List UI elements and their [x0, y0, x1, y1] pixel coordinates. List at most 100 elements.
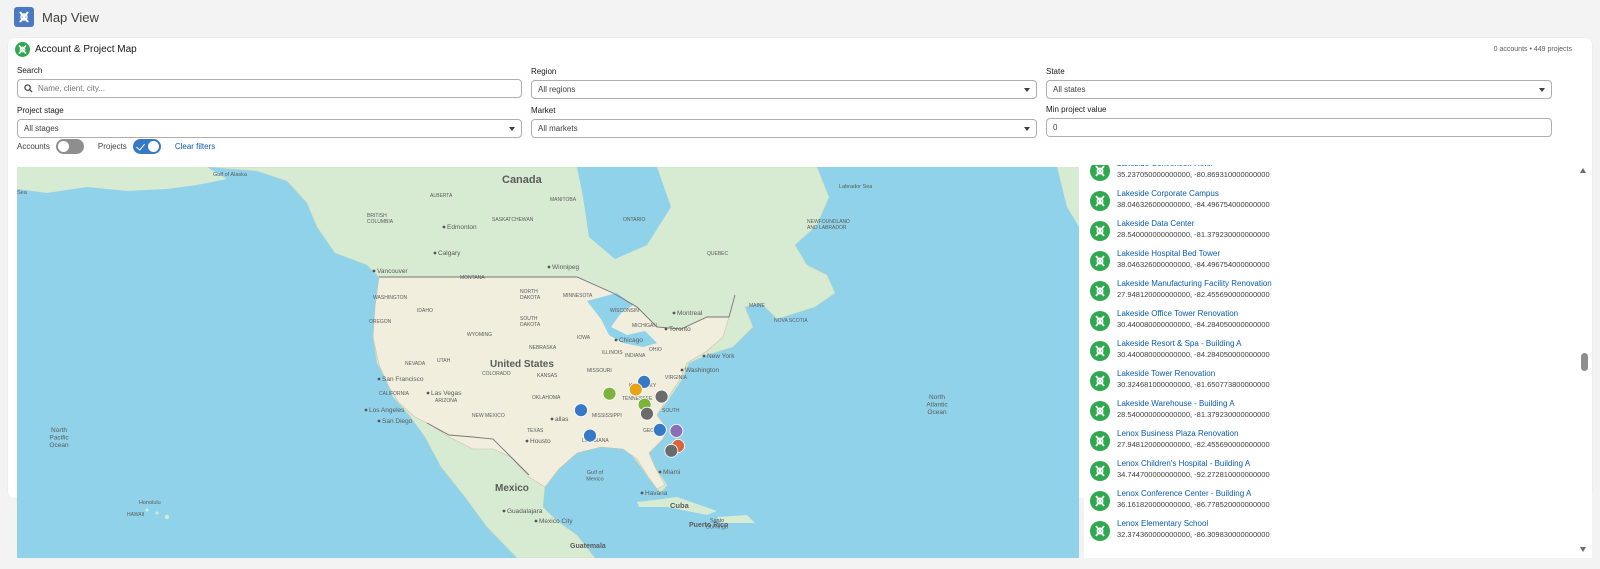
project-marker[interactable] — [574, 403, 588, 418]
map-label-texas: TEXAS — [527, 428, 544, 434]
list-item[interactable]: Lakeside Corporate Campus 38.046326000000… — [1090, 189, 1570, 219]
scrollbar-thumb[interactable] — [1581, 353, 1588, 371]
list-item[interactable]: Lakeside Data Center 28.540000000000000, … — [1090, 219, 1570, 249]
map-label-utah: UTAH — [437, 358, 451, 364]
accounts-toggle[interactable] — [55, 138, 84, 154]
project-marker[interactable] — [640, 406, 654, 421]
city-label-toronto: Toronto — [669, 326, 691, 333]
alaska-landmass — [17, 167, 227, 193]
search-box[interactable] — [17, 79, 522, 98]
project-name-link[interactable]: Lakeside Manufacturing Facility Renovati… — [1117, 279, 1272, 289]
project-name-link[interactable]: Lakeside Data Center — [1117, 219, 1270, 229]
project-coordinates: 28.540000000000000, -81.379230000000000 — [1117, 410, 1270, 419]
search-label: Search — [17, 66, 43, 75]
city-dot-las-vegas — [426, 391, 430, 395]
projects-toggle[interactable] — [132, 138, 161, 154]
list-item[interactable]: Lakeside Resort & Spa - Building A 30.440… — [1090, 339, 1570, 369]
list-item[interactable]: Lakeside Hospital Bed Tower 38.0463260000… — [1090, 249, 1570, 279]
market-field: Market All markets — [531, 106, 1037, 138]
project-stage-select[interactable]: All stages — [17, 119, 522, 138]
list-item[interactable]: Lakeside Office Tower Renovation 30.44008… — [1090, 309, 1570, 339]
hawaii-island — [164, 514, 170, 520]
market-select[interactable]: All markets — [531, 119, 1037, 138]
map-label-illinois: ILLINOIS — [602, 350, 623, 356]
list-item[interactable]: Lenox Children's Hospital - Building A 34… — [1090, 459, 1570, 489]
project-marker[interactable] — [664, 443, 679, 458]
project-marker[interactable] — [669, 423, 684, 438]
state-select[interactable]: All states — [1046, 80, 1552, 99]
project-name-link[interactable]: Lenox Children's Hospital - Building A — [1117, 459, 1270, 469]
project-marker[interactable] — [602, 386, 617, 401]
list-item[interactable]: Lakeside Warehouse - Building A 28.540000… — [1090, 399, 1570, 429]
map-label-maine: MAINE — [749, 303, 766, 309]
project-icon — [1090, 311, 1110, 331]
project-icon — [1090, 461, 1110, 481]
project-coordinates: 30.440080000000000, -84.284050000000000 — [1117, 350, 1270, 359]
list-item-text: Lakeside Manufacturing Facility Renovati… — [1117, 279, 1272, 300]
accounts-toggle-label: Accounts — [17, 141, 50, 151]
list-item-text: Lakeside Hospital Bed Tower 38.0463260000… — [1117, 249, 1270, 270]
city-dot-calgary — [433, 251, 437, 255]
project-name-link[interactable]: Lakeside Resort & Spa - Building A — [1117, 339, 1270, 349]
project-name-link[interactable]: Lenox Business Plaza Renovation — [1117, 429, 1270, 439]
map-label-wyoming: WYOMING — [467, 332, 492, 338]
city-label-las-vegas: Las Vegas — [431, 390, 462, 397]
toggle-knob — [147, 140, 159, 152]
map-label-california: CALIFORNIA — [379, 391, 410, 397]
greenland-landmass — [1057, 167, 1079, 227]
map-label-north-pacific: North Pacific Ocean — [49, 427, 69, 449]
list-item[interactable]: Lakeside Manufacturing Facility Renovati… — [1090, 279, 1570, 309]
card-header: Account & Project Map 0 accounts • 449 p… — [8, 38, 1592, 62]
state-field: State All states — [1046, 67, 1552, 99]
map-label-new-mexico: NEW MEXICO — [472, 413, 505, 419]
project-name-link[interactable]: Lenox Elementary School — [1117, 519, 1270, 529]
project-coordinates: 30.440080000000000, -84.284050000000000 — [1117, 320, 1270, 329]
hawaii-island — [145, 508, 149, 512]
project-marker[interactable] — [654, 389, 669, 404]
list-item[interactable]: Lenox Conference Center - Building A 36.1… — [1090, 489, 1570, 519]
city-dot-los-angeles — [364, 408, 368, 412]
project-name-link[interactable]: Lenox Conference Center - Building A — [1117, 489, 1270, 499]
project-name-link[interactable]: Lakeside Corporate Campus — [1117, 189, 1270, 199]
project-stage-label: Project stage — [17, 106, 64, 115]
project-name-link[interactable]: Lakeside Office Tower Renovation — [1117, 309, 1270, 319]
min-project-value-input[interactable] — [1053, 123, 1545, 132]
project-icon — [1090, 251, 1110, 271]
scroll-up-arrow-icon[interactable] — [1580, 168, 1586, 173]
search-input[interactable] — [38, 84, 515, 93]
region-select[interactable]: All regions — [531, 80, 1037, 99]
chevron-down-icon — [1539, 88, 1545, 92]
city-label-washington-dc: Washington — [685, 367, 719, 374]
city-dot-toronto — [664, 327, 668, 331]
city-label-san-diego: San Diego — [382, 418, 413, 425]
region-field: Region All regions — [531, 67, 1037, 99]
map-label-montana: MONTANA — [460, 275, 485, 281]
project-name-link[interactable]: Lakeside Hospital Bed Tower — [1117, 249, 1270, 259]
list-item[interactable]: Lakeside Convention Hotel35.237050000000… — [1090, 165, 1570, 189]
min-project-value-box[interactable] — [1046, 118, 1552, 137]
project-marker[interactable] — [628, 382, 643, 397]
project-marker[interactable] — [583, 428, 597, 443]
checkmark-icon — [135, 140, 145, 151]
project-list[interactable]: Lakeside Convention Hotel35.237050000000… — [1084, 165, 1592, 558]
list-item-text: Lenox Elementary School 32.37436000000000… — [1117, 519, 1270, 540]
map-label-sea: Sea — [17, 190, 28, 196]
map-view-logo-icon — [14, 7, 34, 27]
map-svg[interactable]: Canada United States Mexico Cuba Gulf of… — [17, 167, 1079, 558]
scroll-down-arrow-icon[interactable] — [1580, 547, 1586, 552]
result-count: 0 accounts • 449 projects — [1493, 46, 1572, 53]
list-item[interactable]: Lenox Elementary School 32.37436000000000… — [1090, 519, 1570, 549]
clear-filters-link[interactable]: Clear filters — [175, 142, 215, 151]
project-name-link[interactable]: Lakeside Tower Renovation — [1117, 369, 1270, 379]
map-label-nova-scotia: NOVA SCOTIA — [774, 318, 808, 324]
project-marker[interactable] — [652, 422, 667, 437]
list-item[interactable]: Lakeside Tower Renovation 30.324681000000… — [1090, 369, 1570, 399]
project-name-link[interactable]: Lakeside Convention Hotel — [1117, 165, 1270, 169]
chevron-down-icon — [1024, 127, 1030, 131]
toggle-knob — [57, 140, 69, 152]
map-canvas[interactable]: Canada United States Mexico Cuba Gulf of… — [17, 167, 1079, 558]
map-label-gulf-of-alaska: Gulf of Alaska — [213, 172, 248, 178]
list-item[interactable]: Lenox Business Plaza Renovation 27.948120… — [1090, 429, 1570, 459]
project-name-link[interactable]: Lakeside Warehouse - Building A — [1117, 399, 1270, 409]
state-label: State — [1046, 67, 1065, 76]
